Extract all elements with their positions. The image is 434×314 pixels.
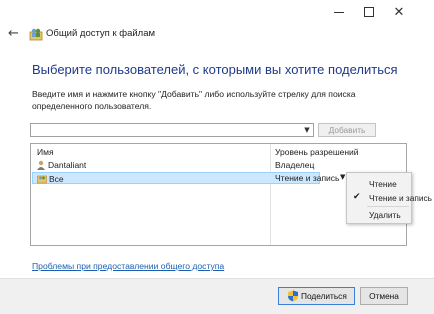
share-button-label: Поделиться	[301, 291, 347, 301]
close-button[interactable]: ✕	[384, 0, 414, 24]
back-button[interactable]: ←	[8, 27, 22, 41]
table-row[interactable]: Dantaliant Владелец	[32, 159, 405, 171]
permission-dropdown[interactable]: Чтение и запись	[275, 173, 340, 183]
title-bar: ✕	[0, 0, 434, 24]
uac-shield-icon	[288, 290, 298, 302]
group-icon	[37, 175, 47, 184]
row-user-name: Dantaliant	[48, 160, 87, 170]
sharing-problems-link[interactable]: Проблемы при предоставлении общего досту…	[32, 261, 224, 271]
checkmark-icon: ✔	[353, 192, 361, 202]
instruction-description: Введите имя и нажмите кнопку "Добавить" …	[32, 89, 356, 111]
permission-context-menu: Чтение ✔ Чтение и запись Удалить	[346, 172, 432, 224]
chevron-down-icon: ▼	[304, 126, 310, 134]
column-header-name[interactable]: Имя	[37, 147, 54, 157]
table-row-selected[interactable]: Все Чтение и запись ▼	[32, 172, 345, 184]
add-button[interactable]: Добавить	[318, 123, 376, 137]
minimize-button[interactable]	[324, 0, 354, 24]
row-user-name: Все	[49, 174, 64, 184]
menu-item-read[interactable]: Чтение	[347, 176, 411, 191]
column-header-permission[interactable]: Уровень разрешений	[275, 147, 359, 157]
row-permission: Владелец	[275, 160, 315, 170]
dropdown-arrow-icon[interactable]: ▼	[340, 173, 345, 181]
users-share-icon	[29, 28, 43, 41]
menu-item-remove[interactable]: Удалить	[347, 207, 411, 222]
share-dialog: ✕ ← Общий доступ к файлам Выберите польз…	[0, 0, 434, 314]
combo-dropdown-button[interactable]: ▼	[302, 125, 312, 135]
cancel-button[interactable]: Отмена	[360, 287, 408, 305]
dialog-footer: Поделиться Отмена	[0, 278, 434, 314]
maximize-icon	[364, 7, 374, 17]
close-icon: ✕	[393, 4, 405, 20]
maximize-button[interactable]	[354, 0, 384, 24]
dialog-header: ← Общий доступ к файлам	[0, 24, 434, 46]
menu-item-read-write[interactable]: ✔ Чтение и запись	[347, 190, 432, 205]
minimize-icon	[334, 11, 344, 13]
share-button[interactable]: Поделиться	[278, 287, 355, 305]
instruction-heading: Выберите пользователей, с которыми вы хо…	[32, 62, 398, 77]
back-arrow-icon: ←	[8, 26, 19, 41]
dialog-title: Общий доступ к файлам	[46, 28, 156, 39]
user-name-combobox[interactable]: ▼	[30, 123, 314, 137]
user-icon	[37, 160, 45, 170]
